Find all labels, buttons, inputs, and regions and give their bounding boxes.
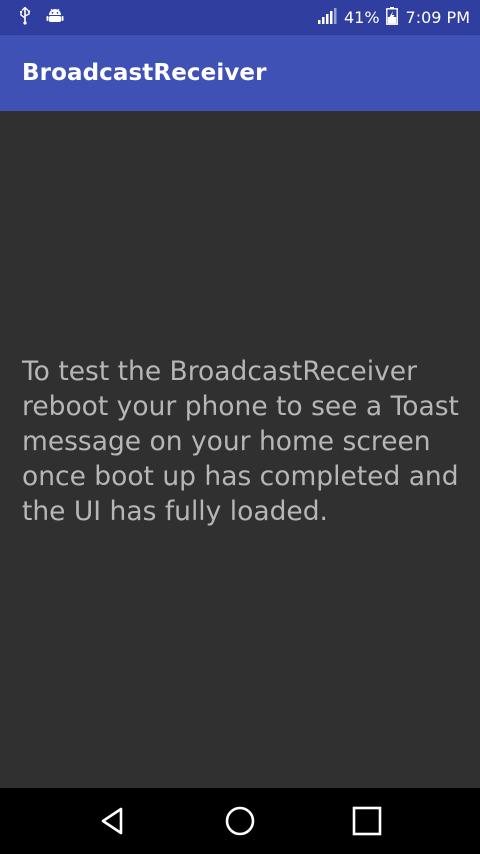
home-icon	[225, 806, 255, 836]
app-bar: BroadcastReceiver	[0, 35, 480, 111]
main-content: To test the BroadcastReceiver reboot you…	[0, 111, 480, 788]
usb-icon	[18, 6, 32, 29]
back-icon	[102, 807, 123, 835]
navigation-bar	[0, 788, 480, 854]
app-title: BroadcastReceiver	[22, 60, 267, 86]
clock: 7:09 PM	[405, 8, 470, 27]
system-status: 41% 7:09 PM	[317, 6, 470, 29]
status-bar: 41% 7:09 PM	[0, 0, 480, 35]
instruction-text: To test the BroadcastReceiver reboot you…	[22, 356, 459, 527]
battery-percent: 41%	[343, 8, 380, 27]
recents-icon	[352, 806, 381, 836]
signal-icon	[317, 7, 338, 28]
home-button[interactable]	[216, 797, 264, 845]
back-button[interactable]	[89, 797, 137, 845]
android-debug-icon	[46, 8, 64, 28]
recents-button[interactable]	[343, 797, 391, 845]
notification-icons	[18, 6, 64, 29]
battery-charging-icon	[385, 6, 398, 29]
